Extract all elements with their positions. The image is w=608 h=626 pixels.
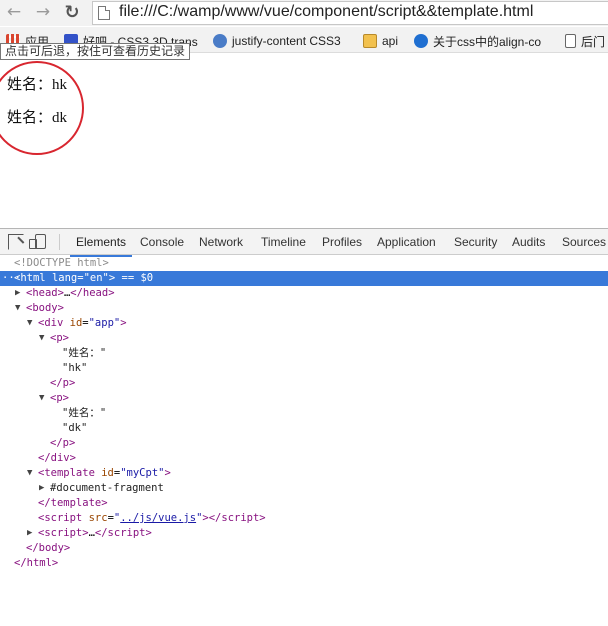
red-circle-annotation bbox=[0, 61, 84, 155]
tab-console[interactable]: Console bbox=[140, 235, 184, 249]
dom-node-row[interactable]: ▶ <head>…</head> bbox=[0, 286, 608, 301]
dom-node-row[interactable]: <!DOCTYPE html> bbox=[0, 256, 608, 271]
tab-sources[interactable]: Sources bbox=[562, 235, 606, 249]
dom-node-text: <p> bbox=[50, 392, 69, 404]
dom-node-text: </body> bbox=[26, 542, 71, 554]
dom-node-text: <template id="myCpt"> bbox=[38, 467, 171, 479]
tab-elements[interactable]: Elements bbox=[69, 235, 133, 257]
back-arrow-icon[interactable]: ← bbox=[4, 2, 24, 22]
device-mode-icon[interactable] bbox=[29, 234, 46, 249]
inspect-element-icon[interactable] bbox=[8, 234, 24, 250]
dom-node-row[interactable]: ▼ <p> bbox=[0, 391, 608, 406]
dom-node-text: <div id="app"> bbox=[38, 317, 127, 329]
bookmark-label: api bbox=[382, 34, 399, 48]
bookmark-align-content[interactable]: 关于css中的align-co bbox=[414, 32, 541, 50]
devtools-toolbar: Elements Console Network Timeline Profil… bbox=[0, 229, 608, 257]
dom-node-text: </template> bbox=[38, 497, 108, 509]
expanded-triangle-icon[interactable]: ▼ bbox=[15, 301, 25, 316]
collapsed-triangle-icon[interactable]: ▶ bbox=[39, 481, 49, 496]
dom-tree: <!DOCTYPE html> ··· <html lang="en"> == $0… bbox=[0, 256, 608, 626]
dom-node-row[interactable]: ··· <html lang="en"> == $0 bbox=[0, 271, 608, 286]
dom-node-row[interactable]: </body> bbox=[0, 541, 608, 556]
tab-application[interactable]: Application bbox=[377, 235, 436, 249]
back-tooltip: 点击可后退，按住可查看历史记录 bbox=[0, 43, 191, 60]
bookmark-label: 关于css中的align-co bbox=[433, 34, 542, 49]
expanded-triangle-icon[interactable]: ▼ bbox=[27, 316, 37, 331]
bookmark-label: justify-content CSS3 bbox=[232, 34, 341, 48]
dom-node-text: "hk" bbox=[62, 362, 88, 374]
dom-node-row[interactable]: "姓名：" bbox=[0, 406, 608, 421]
dom-node-text: "姓名：" bbox=[62, 347, 107, 359]
dom-node-text: <script src="../js/vue.js"></script> bbox=[38, 512, 266, 524]
dom-node-row[interactable]: ▼ <template id="myCpt"> bbox=[0, 466, 608, 481]
dom-node-text: <script>…</script> bbox=[38, 527, 152, 539]
dom-node-row[interactable]: "姓名：" bbox=[0, 346, 608, 361]
dom-node-text: "dk" bbox=[62, 422, 88, 434]
dom-node-row[interactable]: </p> bbox=[0, 436, 608, 451]
tab-profiles[interactable]: Profiles bbox=[322, 235, 362, 249]
ie-icon bbox=[414, 34, 428, 48]
expanded-triangle-icon[interactable]: ▼ bbox=[27, 466, 37, 481]
dom-node-row[interactable]: ▼ <p> bbox=[0, 331, 608, 346]
page-icon bbox=[98, 6, 110, 20]
dom-node-row[interactable]: </div> bbox=[0, 451, 608, 466]
bookmark-justify-content[interactable]: justify-content CSS3 bbox=[213, 32, 341, 50]
dom-node-row[interactable]: ▶ <script>…</script> bbox=[0, 526, 608, 541]
page-icon bbox=[565, 34, 576, 48]
dom-node-row[interactable]: "hk" bbox=[0, 361, 608, 376]
collapsed-triangle-icon[interactable]: ▶ bbox=[27, 526, 37, 541]
dom-node-text: </html> bbox=[14, 557, 59, 569]
dom-node-row[interactable]: "dk" bbox=[0, 421, 608, 436]
dom-node-row[interactable]: ▼ <div id="app"> bbox=[0, 316, 608, 331]
tab-security[interactable]: Security bbox=[454, 235, 497, 249]
dom-node-text: <!DOCTYPE html> bbox=[14, 257, 109, 269]
dom-node-text: </p> bbox=[50, 437, 76, 449]
forward-arrow-icon[interactable]: → bbox=[33, 2, 53, 22]
dom-node-text: #document-fragment bbox=[50, 482, 164, 494]
dom-node-row[interactable]: </html> bbox=[0, 556, 608, 571]
address-bar-row: ← → ↻ file:///C:/wamp/www/vue/component/… bbox=[0, 0, 608, 26]
dom-node-text: </div> bbox=[38, 452, 76, 464]
page-viewport: 姓名：hk 姓名：dk bbox=[0, 54, 608, 228]
compass-icon bbox=[213, 34, 227, 48]
expanded-triangle-icon[interactable]: ▼ bbox=[39, 391, 49, 406]
dom-node-text: "姓名：" bbox=[62, 407, 107, 419]
dom-node-text: <p> bbox=[50, 332, 69, 344]
dom-node-row[interactable]: </template> bbox=[0, 496, 608, 511]
tab-timeline[interactable]: Timeline bbox=[261, 235, 306, 249]
dom-node-text: <body> bbox=[26, 302, 64, 314]
url-text: file:///C:/wamp/www/vue/component/script… bbox=[119, 3, 534, 20]
url-input[interactable]: file:///C:/wamp/www/vue/component/script… bbox=[92, 1, 608, 25]
dom-node-row[interactable]: </p> bbox=[0, 376, 608, 391]
folder-icon bbox=[363, 34, 377, 48]
dom-node-row[interactable]: <script src="../js/vue.js"></script> bbox=[0, 511, 608, 526]
toolbar-separator bbox=[59, 234, 60, 250]
dom-node-row[interactable]: ▶ #document-fragment bbox=[0, 481, 608, 496]
expanded-triangle-icon[interactable]: ▼ bbox=[39, 331, 49, 346]
dom-node-text: <head>…</head> bbox=[26, 287, 115, 299]
dom-node-text: </p> bbox=[50, 377, 76, 389]
dom-node-text: <html lang="en"> == $0 bbox=[14, 272, 154, 284]
tab-network[interactable]: Network bbox=[199, 235, 243, 249]
bookmark-label: 后门 bbox=[581, 34, 606, 49]
bookmark-houmen[interactable]: 后门 bbox=[565, 32, 605, 50]
reload-icon[interactable]: ↻ bbox=[62, 2, 82, 23]
tab-audits[interactable]: Audits bbox=[512, 235, 545, 249]
collapsed-triangle-icon[interactable]: ▶ bbox=[15, 286, 25, 301]
dom-node-row[interactable]: ▼ <body> bbox=[0, 301, 608, 316]
bookmark-api-folder[interactable]: api bbox=[363, 32, 398, 50]
